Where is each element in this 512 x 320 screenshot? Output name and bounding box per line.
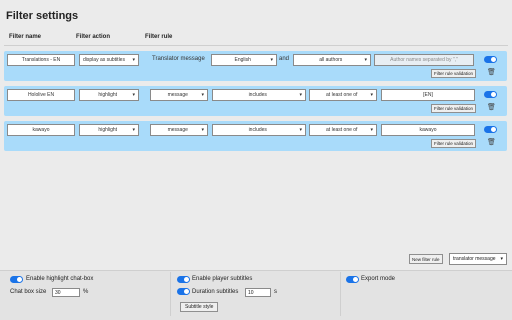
- authors-select[interactable]: all authors ▾: [293, 54, 371, 66]
- rule-action-select[interactable]: highlight ▾: [79, 89, 139, 101]
- filter-rule-validation-button[interactable]: Filter rule validation: [431, 139, 477, 148]
- trash-icon[interactable]: 🗑: [487, 138, 496, 146]
- player-subtitles-toggle[interactable]: [177, 276, 190, 283]
- rule-name-input[interactable]: Hololive EN: [7, 89, 75, 101]
- player-subtitles-label: Enable player subtitles: [192, 276, 253, 282]
- chevron-down-icon: ▾: [364, 57, 367, 63]
- highlight-chatbox-toggle[interactable]: [10, 276, 23, 283]
- rule-quantifier-select[interactable]: at least one of ▾: [309, 89, 377, 101]
- rule-value-input[interactable]: [EN]: [381, 89, 475, 101]
- language-select[interactable]: English ▾: [211, 54, 277, 66]
- page-title: Filter settings: [6, 10, 79, 22]
- chevron-down-icon: ▾: [270, 57, 273, 63]
- rule-enable-toggle[interactable]: [484, 91, 497, 98]
- chevron-down-icon: ▾: [370, 127, 373, 133]
- trash-icon[interactable]: 🗑: [487, 103, 496, 111]
- new-filter-rule-button[interactable]: New filter rule: [409, 254, 443, 264]
- filter-rule-row: Hololive EN highlight ▾ message ▾ includes…: [4, 86, 507, 116]
- export-mode-label: Export mode: [361, 276, 396, 282]
- chevron-down-icon: ▾: [201, 127, 204, 133]
- filter-rule-row: kawayo highlight ▾ message ▾ includes ▾ at …: [4, 121, 507, 151]
- duration-unit: s: [274, 289, 277, 295]
- header-filter-name: Filter name: [9, 34, 42, 40]
- chevron-down-icon: ▾: [299, 127, 302, 133]
- rule-name-input[interactable]: Translations - EN: [7, 54, 75, 66]
- rule-field-select[interactable]: message ▾: [150, 89, 208, 101]
- footer-divider: [340, 272, 341, 316]
- rule-field-select[interactable]: message ▾: [150, 124, 208, 136]
- rule-type-select[interactable]: translator message ▾: [449, 253, 507, 265]
- conjunction-label: and: [279, 56, 290, 62]
- footer-divider: [170, 272, 171, 316]
- rule-action-select[interactable]: display as subtitles ▾: [79, 54, 139, 66]
- trash-icon[interactable]: 🗑: [487, 68, 496, 76]
- rule-quantifier-select[interactable]: at least one of ▾: [309, 124, 377, 136]
- rule-name-input[interactable]: kawayo: [7, 124, 75, 136]
- rule-action-select[interactable]: highlight ▾: [79, 124, 139, 136]
- author-names-input[interactable]: Author names separated by ",": [374, 54, 474, 66]
- header-divider: [4, 45, 508, 46]
- chevron-down-icon: ▾: [299, 92, 302, 98]
- filter-rule-validation-button[interactable]: Filter rule validation: [431, 104, 477, 113]
- export-mode-toggle[interactable]: [346, 276, 359, 283]
- chevron-down-icon: ▾: [132, 127, 135, 133]
- duration-input[interactable]: 10: [245, 288, 271, 297]
- chevron-down-icon: ▾: [370, 92, 373, 98]
- rule-enable-toggle[interactable]: [484, 126, 497, 133]
- duration-subtitles-toggle[interactable]: [177, 288, 190, 295]
- chatbox-size-input[interactable]: 30: [52, 288, 80, 297]
- header-filter-action: Filter action: [76, 34, 111, 40]
- chevron-down-icon: ▾: [201, 92, 204, 98]
- chevron-down-icon: ▾: [132, 57, 135, 63]
- header-filter-rule: Filter rule: [145, 34, 173, 40]
- chevron-down-icon: ▾: [500, 256, 503, 262]
- chatbox-size-unit: %: [83, 289, 89, 295]
- rule-value-input[interactable]: kawayo: [381, 124, 475, 136]
- filter-rule-validation-button[interactable]: Filter rule validation: [431, 69, 477, 78]
- highlight-chatbox-label: Enable highlight chat-box: [26, 276, 94, 282]
- chatbox-size-label: Chat box size: [10, 289, 47, 295]
- rule-type-label: Translator message: [152, 56, 205, 62]
- subtitle-style-button[interactable]: Subtitle style: [180, 302, 219, 312]
- duration-subtitles-label: Duration subtitles: [192, 289, 239, 295]
- rule-operator-select[interactable]: includes ▾: [212, 89, 306, 101]
- rule-operator-select[interactable]: includes ▾: [212, 124, 306, 136]
- filter-rule-row: Translations - EN display as subtitles ▾ …: [4, 51, 507, 81]
- rule-enable-toggle[interactable]: [484, 56, 497, 63]
- chevron-down-icon: ▾: [132, 92, 135, 98]
